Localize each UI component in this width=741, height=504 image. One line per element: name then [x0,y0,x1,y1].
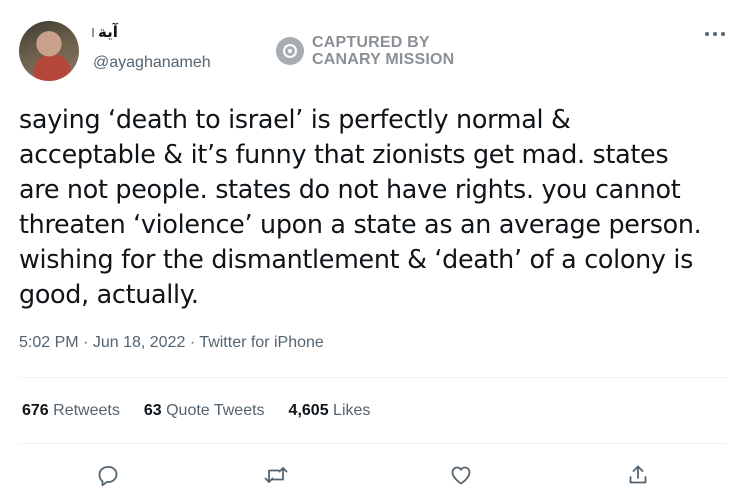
likes-stat[interactable]: 4,605 Likes [289,402,371,420]
tweet-source[interactable]: Twitter for iPhone [199,334,324,351]
divider [19,377,727,378]
tweet-date[interactable]: Jun 18, 2022 [93,334,186,351]
likes-label: Likes [333,402,371,419]
stats-row: 676 Retweets 63 Quote Tweets 4,605 Likes [22,402,370,420]
tweet-meta: 5:02 PM · Jun 18, 2022 · Twitter for iPh… [19,334,324,352]
reply-icon[interactable] [91,458,125,492]
meta-separator: · [83,334,93,351]
tweet-text: saying ‘death to israel’ is perfectly no… [19,102,731,312]
captured-badge-icon [276,37,304,65]
watermark-line2: CANARY MISSION [312,51,455,68]
watermark-text: CAPTURED BY CANARY MISSION [312,34,454,68]
watermark: CAPTURED BY CANARY MISSION [276,34,454,68]
retweet-icon[interactable] [259,458,293,492]
tweet-line: wishing for the dismantlement & ‘death’ … [19,244,694,274]
tweet-line: threaten ‘violence’ upon a state as an a… [19,209,702,239]
like-icon[interactable] [444,458,478,492]
quote-tweets-label: Quote Tweets [166,402,265,419]
more-icon[interactable] [700,24,730,44]
watermark-line1: CAPTURED BY [312,34,430,51]
tweet-line: acceptable & it’s funny that zionists ge… [19,139,669,169]
author-handle[interactable]: @ayaghanameh [93,54,211,72]
quote-tweets-count: 63 [143,402,162,419]
retweets-stat[interactable]: 676 Retweets [22,402,120,420]
meta-separator: · [189,334,200,351]
share-icon[interactable] [621,458,655,492]
quote-tweets-stat[interactable]: 63 Quote Tweets [144,402,265,420]
name-separator [92,28,94,37]
tweet-line: are not people. states do not have right… [19,174,681,204]
likes-count: 4,605 [288,402,329,419]
retweets-count: 676 [22,402,49,419]
tweet-time[interactable]: 5:02 PM [19,334,79,351]
tweet-line: saying ‘death to israel’ is perfectly no… [19,104,571,134]
divider [19,443,727,444]
avatar[interactable] [19,21,79,81]
author-display-name[interactable]: آية [98,23,118,41]
tweet-line: good, actually. [19,279,199,309]
retweets-label: Retweets [53,402,120,419]
action-bar [0,458,741,492]
